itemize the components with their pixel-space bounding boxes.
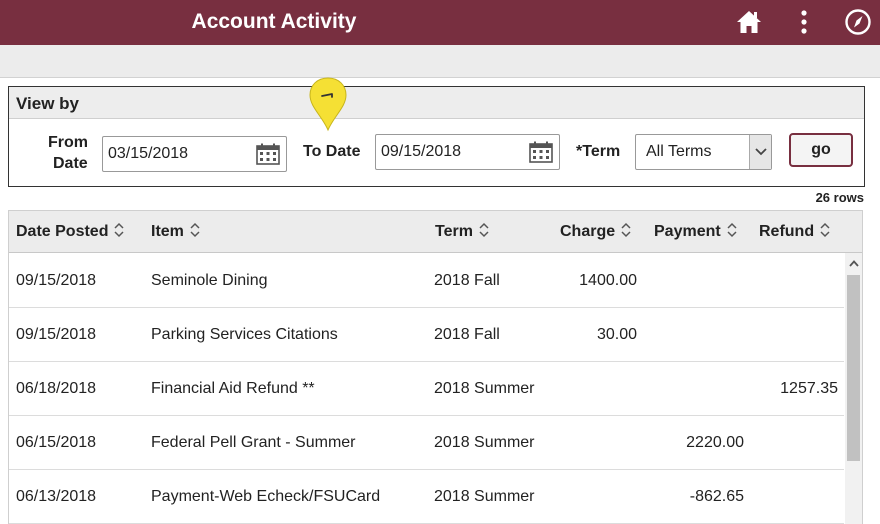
- cell-refund: 1257.35: [780, 380, 838, 397]
- column-header-label: Item: [151, 223, 184, 240]
- term-select[interactable]: All Terms: [635, 134, 772, 170]
- rows-count: 26 rows: [815, 190, 864, 205]
- view-by-heading: View by: [9, 87, 864, 119]
- cell-charge: [549, 470, 637, 524]
- column-header-label: Date Posted: [16, 223, 109, 240]
- from-date-label-line2: Date: [53, 155, 88, 172]
- column-header-label: Term: [435, 223, 473, 240]
- chevron-down-icon[interactable]: [749, 135, 771, 169]
- column-header-label: Refund: [759, 223, 815, 240]
- vertical-scrollbar[interactable]: [845, 253, 862, 524]
- calendar-icon[interactable]: [529, 141, 553, 163]
- column-header-payment[interactable]: Payment: [654, 211, 738, 253]
- scroll-up-arrow-icon[interactable]: [845, 255, 862, 272]
- table-row[interactable]: 06/15/2018 Federal Pell Grant - Summer 2…: [9, 416, 844, 470]
- cell-payment: [649, 254, 744, 308]
- cell-term: 2018 Fall: [434, 326, 500, 343]
- cell-payment: [649, 362, 744, 416]
- cell-date-posted: 06/13/2018: [16, 488, 97, 505]
- location-pin-icon: [309, 77, 347, 132]
- cell-charge: 30.00: [596, 326, 637, 343]
- term-select-value: All Terms: [646, 143, 712, 160]
- cell-item: Parking Services Citations: [151, 326, 338, 343]
- from-date-field[interactable]: [102, 136, 287, 172]
- from-date-label-line1: From: [48, 134, 88, 151]
- cell-refund: [754, 416, 838, 470]
- go-button[interactable]: go: [789, 133, 853, 167]
- scrollbar-thumb[interactable]: [847, 275, 860, 461]
- cell-payment: [649, 308, 744, 362]
- column-header-item[interactable]: Item: [151, 211, 201, 253]
- column-header-charge[interactable]: Charge: [560, 211, 632, 253]
- more-vertical-icon[interactable]: [789, 7, 819, 37]
- cell-term: 2018 Summer: [434, 434, 535, 451]
- cell-term: 2018 Summer: [434, 488, 535, 505]
- cell-refund: [754, 470, 838, 524]
- sort-icon: [114, 223, 124, 238]
- page-title: Account Activity: [191, 10, 357, 33]
- table-row[interactable]: 09/15/2018 Parking Services Citations 20…: [9, 308, 844, 362]
- sort-icon: [479, 223, 489, 238]
- sort-icon: [621, 223, 631, 238]
- cell-date-posted: 09/15/2018: [16, 272, 97, 289]
- cell-date-posted: 06/15/2018: [16, 434, 97, 451]
- app-header: Account Activity: [0, 0, 880, 45]
- cell-item: Financial Aid Refund **: [151, 380, 315, 397]
- cell-charge: [549, 362, 637, 416]
- cell-term: 2018 Summer: [434, 380, 535, 397]
- to-date-input[interactable]: [376, 135, 526, 169]
- home-icon[interactable]: [734, 7, 764, 37]
- column-header-refund[interactable]: Refund: [759, 211, 831, 253]
- sub-header-bar: [0, 45, 880, 78]
- to-date-field[interactable]: [375, 134, 560, 170]
- cell-charge: 1400.00: [579, 272, 637, 289]
- column-header-term[interactable]: Term: [435, 211, 490, 253]
- sort-icon: [190, 223, 200, 238]
- cell-date-posted: 06/18/2018: [16, 380, 97, 397]
- cell-refund: [754, 308, 838, 362]
- cell-charge: [549, 416, 637, 470]
- column-header-label: Payment: [654, 223, 721, 240]
- cell-payment: -862.65: [689, 488, 744, 505]
- from-date-input[interactable]: [103, 137, 253, 171]
- cell-refund: [754, 254, 838, 308]
- cell-item: Payment-Web Echeck/FSUCard: [151, 488, 381, 505]
- cell-date-posted: 09/15/2018: [16, 326, 97, 343]
- cell-item: Seminole Dining: [151, 272, 268, 289]
- table-row[interactable]: 09/15/2018 Seminole Dining 2018 Fall 140…: [9, 254, 844, 308]
- sort-icon: [727, 223, 737, 238]
- cell-payment: 2220.00: [686, 434, 744, 451]
- to-date-label: To Date: [303, 143, 361, 160]
- table-row[interactable]: 06/13/2018 Payment-Web Echeck/FSUCard 20…: [9, 470, 844, 524]
- cell-term: 2018 Fall: [434, 272, 500, 289]
- table-row[interactable]: 06/18/2018 Financial Aid Refund ** 2018 …: [9, 362, 844, 416]
- table-header: Date Posted Item Term Charge Payment Ref…: [9, 211, 862, 253]
- column-header-label: Charge: [560, 223, 616, 240]
- term-label: *Term: [576, 143, 621, 160]
- cell-item: Federal Pell Grant - Summer: [151, 434, 356, 451]
- calendar-icon[interactable]: [256, 143, 280, 165]
- account-activity-grid: Date Posted Item Term Charge Payment Ref…: [8, 210, 863, 524]
- column-header-date-posted[interactable]: Date Posted: [16, 211, 125, 253]
- compass-icon[interactable]: [843, 7, 873, 37]
- sort-icon: [820, 223, 830, 238]
